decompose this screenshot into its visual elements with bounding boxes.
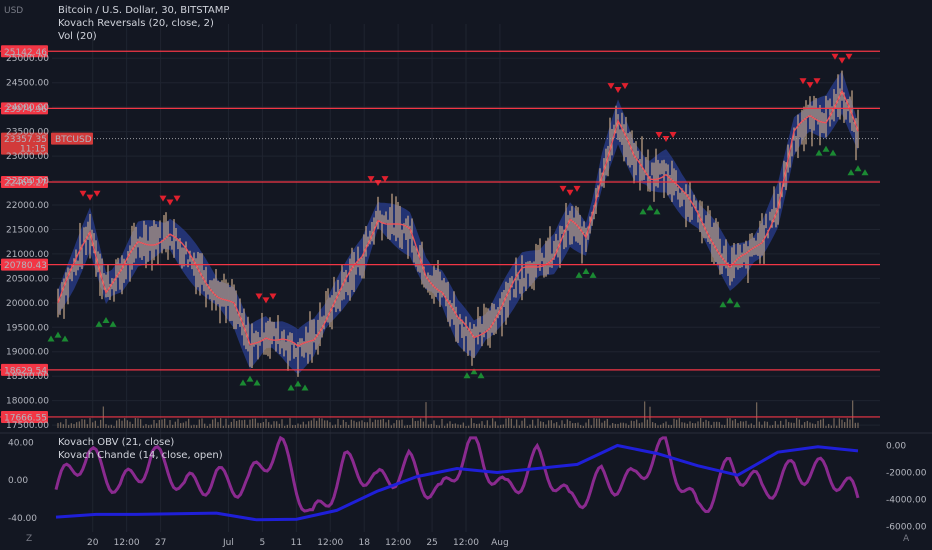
x-tick-label: Aug — [491, 538, 509, 548]
level-label: 20780.43 — [4, 261, 47, 271]
chande-tick-label: 0.00 — [8, 476, 28, 486]
x-tick-label: 27 — [155, 538, 166, 548]
y-tick-label: 20000.00 — [6, 299, 49, 309]
y-tick-label: 24500.00 — [6, 79, 49, 89]
legend-volume[interactable]: Vol (20) — [58, 30, 229, 43]
legend-obv[interactable]: Kovach OBV (21, close) — [58, 436, 223, 449]
y-tick-label: 24000.00 — [6, 103, 49, 113]
y-tick-label: 25000.00 — [6, 54, 49, 64]
obv-tick-label: -6000.00 — [886, 523, 927, 533]
obv-tick-label: 0.00 — [886, 441, 906, 451]
y-tick-label: 17500.00 — [6, 421, 49, 431]
symbol-label: BTCUSD — [55, 135, 92, 145]
y-tick-label: 23000.00 — [6, 152, 49, 162]
price-chart[interactable]: 25142.4623974.9622469.2720780.4318629.54… — [0, 0, 932, 550]
x-tick-label: 5 — [260, 538, 266, 548]
y-tick-label: 23500.00 — [6, 128, 49, 138]
y-tick-label: 22500.00 — [6, 177, 49, 187]
x-tick-label: 12:00 — [453, 538, 479, 548]
lower-legend: Kovach OBV (21, close) Kovach Chande (14… — [58, 436, 223, 462]
y-tick-label: 21000.00 — [6, 250, 49, 260]
y-tick-label: 22000.00 — [6, 201, 49, 211]
legend-reversals[interactable]: Kovach Reversals (20, close, 2) — [58, 17, 229, 30]
chande-tick-label: -40.00 — [8, 514, 37, 524]
y-tick-label: 20500.00 — [6, 274, 49, 284]
x-tick-label: 20 — [87, 538, 99, 548]
x-tick-label: Jul — [222, 538, 234, 548]
x-tick-label: 12:00 — [114, 538, 140, 548]
y-tick-label: 19500.00 — [6, 323, 49, 333]
x-tick-label: 25 — [426, 538, 437, 548]
chart-stage: 25142.46 23974.96 22469.27 20780.43 18629.54… — [0, 0, 932, 550]
y-tick-label: 18500.00 — [6, 372, 49, 382]
y-tick-label: 19000.00 — [6, 348, 49, 358]
legend-symbol[interactable]: Bitcoin / U.S. Dollar, 30, BITSTAMP — [58, 4, 229, 17]
auto-scale-icon[interactable]: A — [903, 534, 909, 544]
x-tick-label: 12:00 — [317, 538, 343, 548]
x-tick-label: 11 — [291, 538, 302, 548]
y-tick-label: 18000.00 — [6, 397, 49, 407]
x-tick-label: 18 — [358, 538, 370, 548]
chande-tick-label: 40.00 — [8, 439, 34, 449]
legend-chande[interactable]: Kovach Chande (14, close, open) — [58, 449, 223, 462]
obv-tick-label: -2000.00 — [886, 469, 927, 479]
currency-label: USD — [4, 6, 24, 16]
obv-tick-label: -4000.00 — [886, 496, 927, 506]
zoom-icon[interactable]: Z — [26, 534, 32, 544]
x-tick-label: 12:00 — [385, 538, 411, 548]
y-tick-label: 21500.00 — [6, 225, 49, 235]
chart-legend: Bitcoin / U.S. Dollar, 30, BITSTAMP Kova… — [58, 4, 229, 43]
